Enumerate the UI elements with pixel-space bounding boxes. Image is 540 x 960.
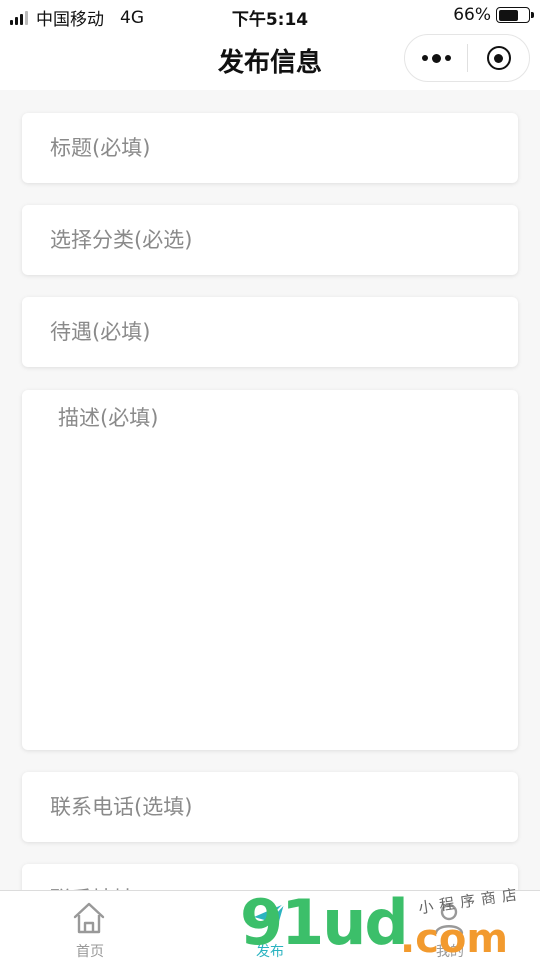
category-field <box>22 205 518 275</box>
phone-field <box>22 772 518 842</box>
title-input[interactable] <box>22 113 518 183</box>
tab-home[interactable]: 首页 <box>0 891 180 960</box>
salary-input[interactable] <box>22 297 518 367</box>
status-bar: 中国移动 4G 下午5:14 66% <box>0 0 540 30</box>
battery-icon <box>496 7 534 23</box>
close-miniprogram-button[interactable] <box>468 35 529 81</box>
battery-percent: 66% <box>453 5 491 25</box>
paper-plane-icon <box>254 903 285 932</box>
miniprogram-capsule <box>404 34 530 82</box>
category-select[interactable] <box>22 205 518 275</box>
title-field <box>22 113 518 183</box>
more-dots-icon <box>420 53 453 63</box>
tab-mine-label: 我的 <box>436 944 464 960</box>
user-icon <box>434 903 464 935</box>
target-icon <box>486 46 511 70</box>
tab-home-label: 首页 <box>76 944 104 960</box>
tab-bar: 首页 发布 我的 <box>0 890 540 960</box>
status-right: 66% <box>453 5 534 25</box>
tab-publish[interactable]: 发布 <box>180 891 360 960</box>
tab-publish-label: 发布 <box>256 944 284 960</box>
home-icon <box>73 902 105 934</box>
tab-mine[interactable]: 我的 <box>360 891 540 960</box>
salary-field <box>22 297 518 367</box>
phone-input[interactable] <box>22 772 518 842</box>
more-button[interactable] <box>405 35 467 81</box>
battery-fill <box>498 9 518 21</box>
description-field <box>22 390 518 750</box>
description-textarea[interactable] <box>22 390 518 750</box>
nav-bar: 发布信息 <box>0 30 540 90</box>
